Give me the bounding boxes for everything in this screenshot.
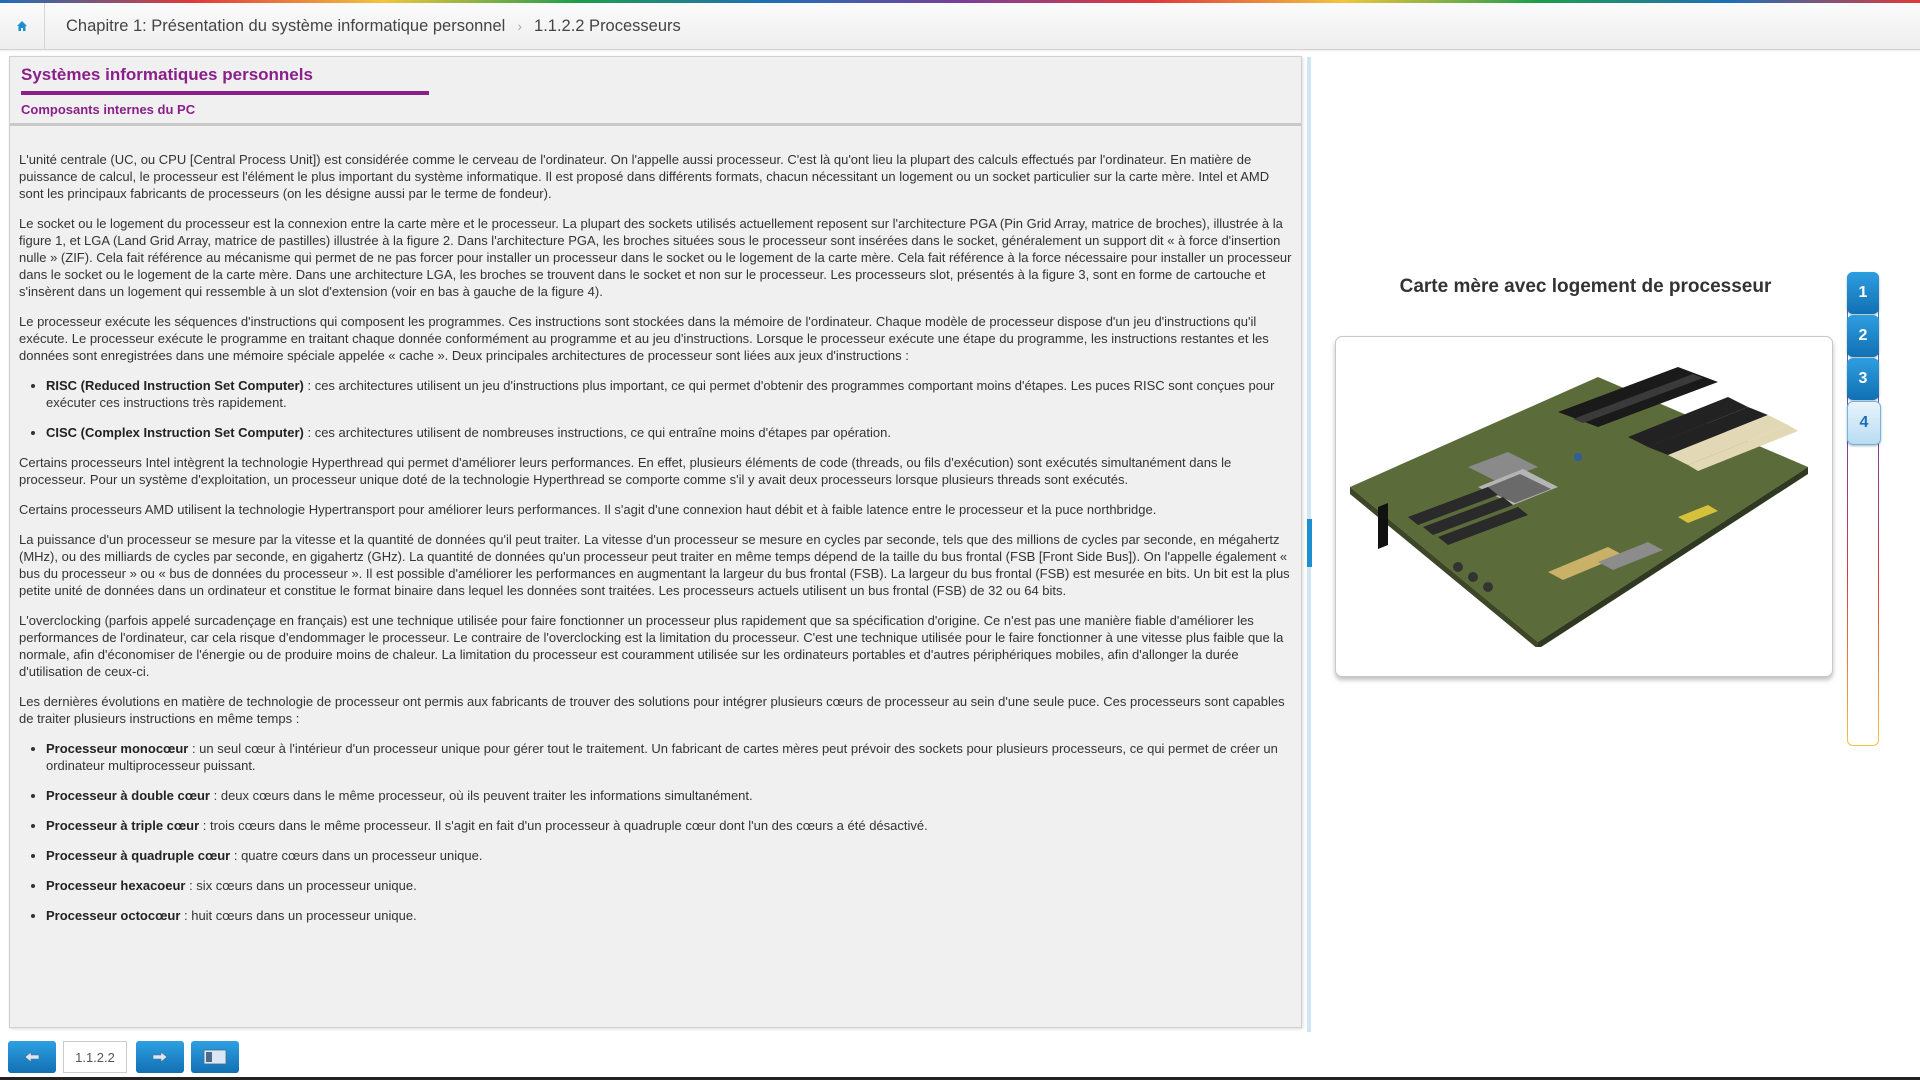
paragraph: Les dernières évolutions en matière de t… (19, 694, 1285, 726)
motherboard-image (1350, 367, 1808, 647)
breadcrumb-chapter[interactable]: Chapitre 1: Présentation du système info… (66, 17, 505, 36)
list-item-term: Processeur monocœur (46, 741, 189, 756)
paragraph: Certains processeurs Intel intègrent la … (19, 455, 1232, 487)
top-bar: Chapitre 1: Présentation du système info… (0, 3, 1920, 50)
section-title: Composants internes du PC (21, 102, 196, 117)
list-item: RISC (Reduced Instruction Set Computer) … (46, 377, 1293, 411)
list-item: Processeur monocœur : un seul cœur à l'i… (46, 740, 1293, 774)
list-item-term: Processeur à double cœur (46, 788, 210, 803)
breadcrumb: Chapitre 1: Présentation du système info… (66, 3, 681, 49)
list-item-desc: : ces architectures utilisent de nombreu… (303, 425, 891, 440)
tab-1[interactable]: 1 (1847, 272, 1879, 314)
paragraph: L'unité centrale (UC, ou CPU [Central Pr… (19, 152, 1270, 201)
list-item-term: CISC (Complex Instruction Set Computer) (46, 425, 304, 440)
module-title: Systèmes informatiques personnels (21, 65, 313, 84)
breadcrumb-section: 1.1.2.2 Processeurs (534, 16, 681, 35)
divider-handle[interactable] (1307, 519, 1312, 567)
architecture-list: RISC (Reduced Instruction Set Computer) … (19, 377, 1293, 441)
list-item: Processeur à quadruple cœur : quatre cœu… (46, 847, 1293, 864)
home-button[interactable] (0, 3, 45, 49)
home-icon (17, 21, 27, 31)
list-item: CISC (Complex Instruction Set Computer) … (46, 424, 1293, 441)
title-underline (21, 91, 429, 95)
list-item-desc: : un seul cœur à l'intérieur d'un proces… (46, 741, 1278, 773)
paragraph: Le processeur exécute les séquences d'in… (19, 314, 1269, 363)
tab-2[interactable]: 2 (1847, 315, 1879, 357)
arrow-right-icon (152, 1051, 168, 1063)
list-item-term: Processeur octocœur (46, 908, 181, 923)
list-item-term: Processeur à triple cœur (46, 818, 200, 833)
list-item-desc: : trois cœurs dans le même processeur. I… (199, 818, 928, 833)
content-panel: Systèmes informatiques personnels Compos… (9, 56, 1302, 1028)
paragraph: La puissance d'un processeur se mesure p… (19, 532, 1290, 598)
page-number: 1.1.2.2 (63, 1041, 127, 1073)
figure-frame (1335, 336, 1833, 677)
list-item-desc: : huit cœurs dans un processeur unique. (180, 908, 417, 923)
list-item-term: RISC (Reduced Instruction Set Computer) (46, 378, 304, 393)
chevron-right-icon: › (517, 18, 523, 34)
previous-button[interactable] (8, 1041, 56, 1073)
list-item: Processeur à double cœur : deux cœurs da… (46, 787, 1293, 804)
panel-header: Systèmes informatiques personnels Compos… (10, 57, 1301, 126)
list-item-desc: : quatre cœurs dans un processeur unique… (230, 848, 483, 863)
tab-3[interactable]: 3 (1847, 358, 1879, 400)
toc-icon (203, 1049, 227, 1065)
list-item-term: Processeur à quadruple cœur (46, 848, 231, 863)
table-of-contents-button[interactable] (191, 1041, 239, 1073)
paragraph: Le socket ou le logement du processeur e… (19, 216, 1292, 299)
text-content: L'unité centrale (UC, ou CPU [Central Pr… (19, 151, 1293, 937)
paragraph: L'overclocking (parfois appelé surcadenç… (19, 613, 1284, 679)
list-item: Processeur hexacoeur : six cœurs dans un… (46, 877, 1293, 894)
list-item: Processeur octocœur : huit cœurs dans un… (46, 907, 1293, 924)
list-item: Processeur à triple cœur : trois cœurs d… (46, 817, 1293, 834)
list-item-desc: : six cœurs dans un processeur unique. (185, 878, 417, 893)
bottom-nav-bar: 1.1.2.2 (0, 1036, 1920, 1080)
arrow-left-icon (24, 1051, 40, 1063)
paragraph: Certains processeurs AMD utilisent la te… (19, 502, 1157, 517)
tab-4[interactable]: 4 (1847, 401, 1881, 445)
next-button[interactable] (136, 1041, 184, 1073)
figure-title: Carte mère avec logement de processeur (1399, 276, 1772, 297)
list-item-desc: : deux cœurs dans le même processeur, où… (210, 788, 753, 803)
list-item-term: Processeur hexacoeur (46, 878, 186, 893)
core-list: Processeur monocœur : un seul cœur à l'i… (19, 740, 1293, 924)
